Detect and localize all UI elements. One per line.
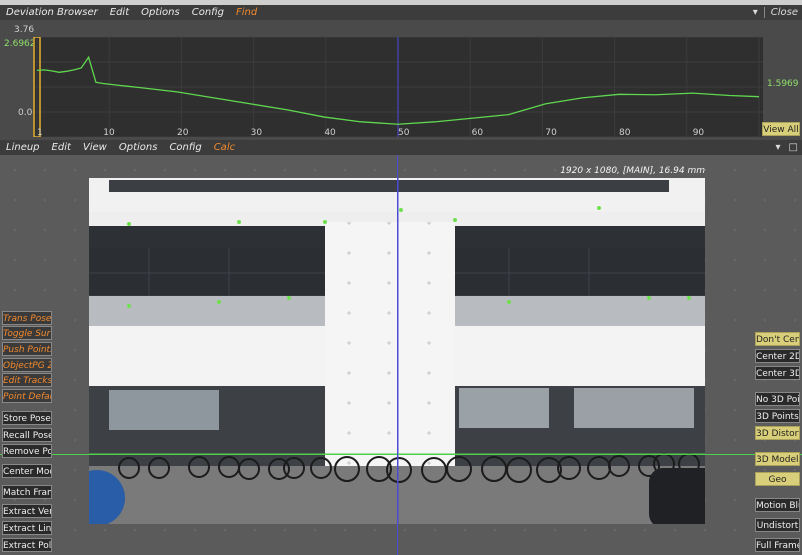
y-max-label: 3.76	[14, 25, 35, 35]
x-tick-label: 1	[37, 128, 43, 137]
minimize-icon[interactable]: ▾	[749, 7, 762, 18]
close-button[interactable]: Close	[767, 7, 802, 18]
trans-poses-button[interactable]: Trans Poses	[2, 311, 52, 325]
center-3d-button[interactable]: Center 3D	[755, 366, 800, 380]
undistort-button[interactable]: Undistort	[755, 518, 800, 532]
x-tick-label: 30	[251, 128, 263, 137]
menu-find[interactable]: Find	[230, 7, 263, 18]
match-frame-button[interactable]: Match Frame	[2, 485, 52, 499]
menu-lineup-edit[interactable]: Edit	[46, 142, 77, 153]
menu-config[interactable]: Config	[186, 7, 230, 18]
viewport-info: 1920 x 1080, [MAIN], 16.94 mm	[560, 166, 705, 176]
menu-view[interactable]: View	[77, 142, 113, 153]
toggle-survey-button[interactable]: Toggle Survey	[2, 326, 52, 340]
menu-options[interactable]: Options	[135, 7, 186, 18]
center-models-button[interactable]: Center Models	[2, 464, 52, 478]
menu-calc[interactable]: Calc	[208, 142, 241, 153]
menu-deviation-browser[interactable]: Deviation Browser	[0, 7, 104, 18]
motion-blur-button[interactable]: Motion Blur	[755, 498, 800, 512]
x-tick-label: 40	[324, 128, 336, 137]
deviation-browser-menubar: Deviation Browser Edit Options Config Fi…	[0, 5, 802, 20]
extract-polygon-button[interactable]: Extract Polygon	[2, 538, 52, 552]
geo-button[interactable]: Geo	[755, 472, 800, 486]
extract-line-button[interactable]: Extract Line	[2, 521, 52, 535]
deviation-graph-panel: 3.76 2.6962 1 0.00 1.5969 1 10 20 30 40 50 60 7…	[0, 20, 802, 140]
horizon-line	[0, 454, 802, 455]
x-tick-label: 80	[619, 128, 631, 137]
x-tick-label: 10	[103, 128, 115, 137]
lineup-maximize-icon[interactable]: □	[785, 142, 802, 153]
x-tick-label: 50	[398, 128, 410, 137]
lineup-minimize-icon[interactable]: ▾	[772, 142, 785, 153]
menu-lineup-config[interactable]: Config	[163, 142, 207, 153]
edit-tracks-button[interactable]: Edit Tracks	[2, 373, 52, 387]
dont-center-button[interactable]: Don't Center	[755, 332, 800, 346]
x-tick-label: 70	[545, 128, 557, 137]
3d-points-button[interactable]: 3D Points	[755, 409, 800, 423]
center-2d-button[interactable]: Center 2D	[755, 349, 800, 363]
x-tick-label: 20	[177, 128, 189, 137]
lineup-menubar: Lineup Edit View Options Config Calc ▾ □	[0, 140, 802, 155]
view-all-button[interactable]: View All	[762, 122, 800, 136]
point-defaults-button[interactable]: Point Defaults	[2, 389, 52, 403]
menu-lineup[interactable]: Lineup	[0, 142, 46, 153]
recall-pose-button[interactable]: Recall Pose	[2, 428, 52, 442]
no-3d-points-button[interactable]: No 3D Points	[755, 392, 800, 406]
end-value-label: 1.5969	[767, 79, 799, 89]
vertical-guide-line	[397, 155, 398, 555]
deviation-plot[interactable]: 1 10 20 30 40 50 60 70 80 90	[33, 37, 763, 137]
current-value-label: 2.6962	[4, 39, 36, 49]
full-frame-button[interactable]: Full Frame	[755, 538, 800, 552]
x-tick-label: 60	[472, 128, 484, 137]
extract-vertex-button[interactable]: Extract Vertex	[2, 504, 52, 518]
3d-models-button[interactable]: 3D Models	[755, 452, 800, 466]
x-tick-label: 90	[693, 128, 705, 137]
push-points-button[interactable]: Push Points	[2, 342, 52, 356]
menu-lineup-options[interactable]: Options	[113, 142, 164, 153]
3d-distortion-button[interactable]: 3D Distortion	[755, 426, 800, 440]
menu-edit[interactable]: Edit	[104, 7, 135, 18]
store-pose-button[interactable]: Store Pose	[2, 411, 52, 425]
objectpg-z-button[interactable]: ObjectPG Z	[2, 358, 52, 372]
remove-pose-button[interactable]: Remove Pose	[2, 444, 52, 458]
